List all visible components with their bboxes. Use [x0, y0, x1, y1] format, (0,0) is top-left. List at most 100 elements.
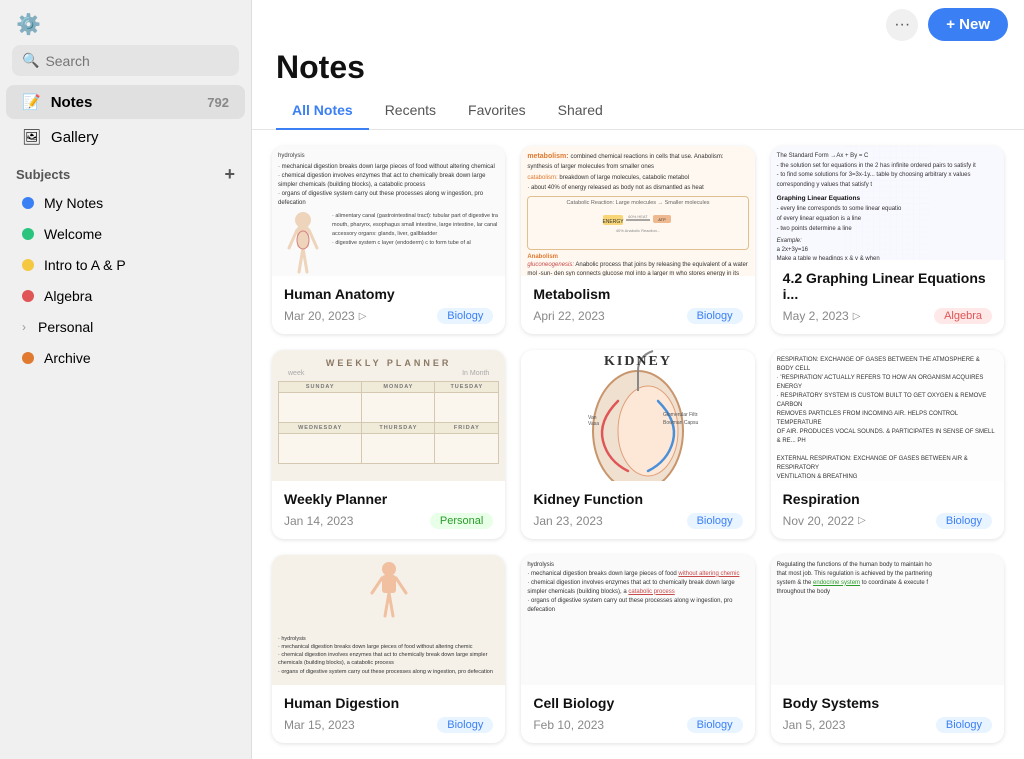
svg-text:ATP: ATP [658, 217, 666, 222]
subject-personal[interactable]: › Personal [6, 312, 245, 342]
page-title: Notes [252, 49, 1024, 94]
note-meta-human-anatomy: Mar 20, 2023 ▷ Biology [284, 308, 493, 324]
note-thumbnail-kidney-function: KIDNEY Van Vasa Glomerular Filtratio [521, 350, 754, 480]
dot-welcome [22, 228, 34, 240]
note-tag-respiration[interactable]: Biology [936, 513, 992, 529]
note-meta-bottom1: Mar 15, 2023 Biology [284, 717, 493, 733]
note-card-graphing-linear[interactable]: The Standard Form →Ax + By = C - the sol… [771, 146, 1004, 334]
search-input[interactable] [45, 53, 229, 69]
subject-my-notes-label: My Notes [44, 195, 103, 211]
note-title-bottom1: Human Digestion [284, 695, 493, 711]
tab-all-notes[interactable]: All Notes [276, 94, 369, 130]
subject-my-notes[interactable]: My Notes [6, 188, 245, 218]
search-bar[interactable]: 🔍 [12, 45, 239, 76]
note-date-weekly-planner: Jan 14, 2023 [284, 514, 353, 528]
note-tag-weekly-planner[interactable]: Personal [430, 513, 493, 529]
settings-icon[interactable]: ⚙️ [16, 12, 41, 37]
svg-text:ENERGY: ENERGY [602, 219, 624, 225]
note-meta-weekly-planner: Jan 14, 2023 Personal [284, 513, 493, 529]
subject-welcome-label: Welcome [44, 226, 102, 242]
search-icon: 🔍 [22, 52, 39, 69]
note-card-bottom3[interactable]: Regulating the functions of the human bo… [771, 555, 1004, 743]
note-meta-metabolism: Apri 22, 2023 Biology [533, 308, 742, 324]
subjects-header: Subjects + [0, 155, 251, 187]
subject-intro[interactable]: Intro to A & P [6, 250, 245, 280]
gallery-icon: 🖼 [22, 128, 41, 146]
note-title-metabolism: Metabolism [533, 286, 742, 302]
topbar: ··· + New [252, 0, 1024, 49]
notes-icon: 📝 [22, 93, 41, 111]
more-icon: ··· [894, 16, 910, 34]
note-date-kidney-function: Jan 23, 2023 [533, 514, 602, 528]
svg-text:60% HEAT: 60% HEAT [628, 214, 648, 219]
notes-count: 792 [207, 95, 229, 110]
tab-shared[interactable]: Shared [542, 94, 619, 130]
note-title-graphing-linear: 4.2 Graphing Linear Equations i... [783, 270, 992, 302]
sidebar-item-notes[interactable]: 📝 Notes 792 [6, 85, 245, 119]
note-title-kidney-function: Kidney Function [533, 491, 742, 507]
note-info-bottom1: Human Digestion Mar 15, 2023 Biology [272, 685, 505, 743]
note-card-bottom2[interactable]: hydrolysis · mechanical digestion breaks… [521, 555, 754, 743]
more-button[interactable]: ··· [886, 9, 918, 41]
note-tag-graphing-linear[interactable]: Algebra [934, 308, 992, 324]
note-thumbnail-weekly-planner: WEEKLY PLANNER weekIn Month SUNDAY MONDA… [272, 350, 505, 480]
dot-my-notes [22, 197, 34, 209]
subject-archive[interactable]: Archive [6, 343, 245, 373]
tabs-bar: All Notes Recents Favorites Shared [252, 94, 1024, 130]
svg-text:Glomerular Filtration: Glomerular Filtration [663, 412, 698, 418]
note-title-respiration: Respiration [783, 491, 992, 507]
note-thumbnail-bottom1: · hydrolysis · mechanical digestion brea… [272, 555, 505, 685]
sidebar: ⚙️ 🔍 📝 Notes 792 🖼 Gallery Subjects + My… [0, 0, 252, 759]
note-tag-bottom2[interactable]: Biology [687, 717, 743, 733]
subject-intro-label: Intro to A & P [44, 257, 126, 273]
note-thumbnail-human-anatomy: hydrolysis · mechanical digestion breaks… [272, 146, 505, 276]
note-date-bottom3: Jan 5, 2023 [783, 718, 846, 732]
tab-recents[interactable]: Recents [369, 94, 452, 130]
note-thumbnail-respiration: RESPIRATION: EXCHANGE OF GASES BETWEEN T… [771, 350, 1004, 480]
sidebar-item-gallery[interactable]: 🖼 Gallery [6, 120, 245, 154]
note-card-weekly-planner[interactable]: WEEKLY PLANNER weekIn Month SUNDAY MONDA… [272, 350, 505, 538]
sidebar-notes-label: Notes [51, 94, 93, 111]
note-title-weekly-planner: Weekly Planner [284, 491, 493, 507]
note-info-metabolism: Metabolism Apri 22, 2023 Biology [521, 276, 754, 334]
subject-welcome[interactable]: Welcome [6, 219, 245, 249]
svg-text:40% Anabolic Reaction...: 40% Anabolic Reaction... [616, 228, 660, 233]
note-card-respiration[interactable]: RESPIRATION: EXCHANGE OF GASES BETWEEN T… [771, 350, 1004, 538]
subject-algebra[interactable]: Algebra [6, 281, 245, 311]
note-date-metabolism: Apri 22, 2023 [533, 309, 604, 323]
note-info-human-anatomy: Human Anatomy Mar 20, 2023 ▷ Biology [272, 276, 505, 334]
tab-favorites[interactable]: Favorites [452, 94, 542, 130]
note-card-metabolism[interactable]: metabolism: combined chemical reactions … [521, 146, 754, 334]
dot-archive [22, 352, 34, 364]
note-card-kidney-function[interactable]: KIDNEY Van Vasa Glomerular Filtratio [521, 350, 754, 538]
note-meta-graphing-linear: May 2, 2023 ▷ Algebra [783, 308, 992, 324]
subjects-label: Subjects [16, 167, 70, 182]
note-date-human-anatomy: Mar 20, 2023 ▷ [284, 309, 366, 323]
chevron-personal-icon: › [22, 320, 26, 334]
subject-archive-label: Archive [44, 350, 91, 366]
note-info-bottom2: Cell Biology Feb 10, 2023 Biology [521, 685, 754, 743]
note-card-human-anatomy[interactable]: hydrolysis · mechanical digestion breaks… [272, 146, 505, 334]
note-meta-bottom2: Feb 10, 2023 Biology [533, 717, 742, 733]
note-card-bottom1[interactable]: · hydrolysis · mechanical digestion brea… [272, 555, 505, 743]
add-subject-button[interactable]: + [224, 165, 235, 183]
sidebar-gallery-label: Gallery [51, 129, 99, 146]
subjects-list: My Notes Welcome Intro to A & P Algebra … [0, 187, 251, 374]
note-thumbnail-metabolism: metabolism: combined chemical reactions … [521, 146, 754, 276]
sidebar-header: ⚙️ [0, 0, 251, 45]
note-meta-respiration: Nov 20, 2022 ▷ Biology [783, 513, 992, 529]
dot-intro [22, 259, 34, 271]
svg-text:Vasa: Vasa [588, 421, 599, 427]
new-note-button[interactable]: + New [928, 8, 1008, 41]
note-tag-metabolism[interactable]: Biology [687, 308, 743, 324]
note-info-graphing-linear: 4.2 Graphing Linear Equations i... May 2… [771, 260, 1004, 334]
note-tag-bottom3[interactable]: Biology [936, 717, 992, 733]
note-tag-bottom1[interactable]: Biology [437, 717, 493, 733]
note-title-human-anatomy: Human Anatomy [284, 286, 493, 302]
note-info-bottom3: Body Systems Jan 5, 2023 Biology [771, 685, 1004, 743]
sidebar-nav: 📝 Notes 792 🖼 Gallery [0, 84, 251, 155]
notes-grid: hydrolysis · mechanical digestion breaks… [252, 130, 1024, 759]
svg-text:Bowman Capsule: Bowman Capsule [663, 420, 698, 426]
note-tag-human-anatomy[interactable]: Biology [437, 308, 493, 324]
note-tag-kidney-function[interactable]: Biology [687, 513, 743, 529]
